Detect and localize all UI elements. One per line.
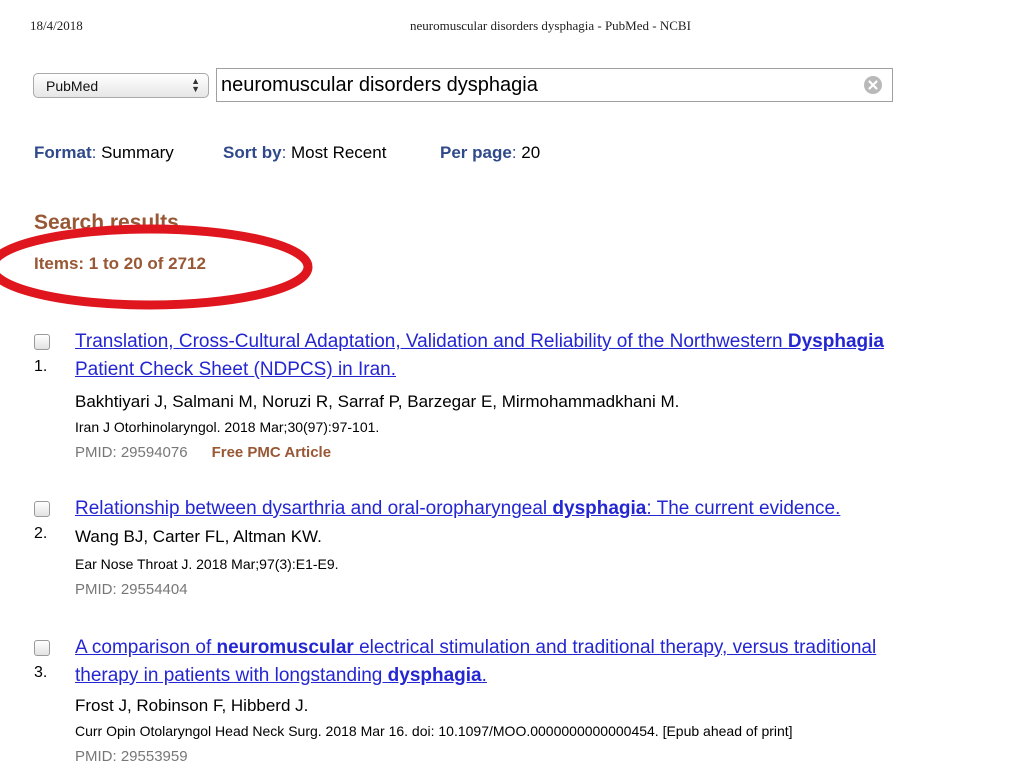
- sort-setting[interactable]: Sort by: Most Recent: [223, 143, 386, 163]
- database-select-label: PubMed: [46, 78, 99, 94]
- title-text: : The current evidence.: [646, 498, 841, 519]
- result-checkbox[interactable]: [34, 501, 50, 517]
- result-authors: Wang BJ, Carter FL, Altman KW.: [75, 527, 322, 546]
- result-title-link[interactable]: Translation, Cross‐Cultural Adaptation, …: [75, 328, 995, 384]
- search-box[interactable]: [216, 68, 893, 102]
- sort-value: Most Recent: [291, 143, 387, 162]
- result-journal: Ear Nose Throat J. 2018 Mar;97(3):E1‐E9.: [75, 556, 339, 572]
- title-text: Relationship between dysarthria and oral…: [75, 498, 553, 519]
- result-checkbox[interactable]: [34, 640, 50, 656]
- result-meta: PMID: 29553959: [75, 748, 188, 765]
- result-journal: Iran J Otorhinolaryngol. 2018 Mar;30(97)…: [75, 419, 380, 435]
- per-page-setting[interactable]: Per page: 20: [440, 143, 540, 163]
- title-highlight: neuromuscular: [216, 637, 354, 658]
- result-authors: Bakhtiyari J, Salmani M, Noruzi R, Sarra…: [75, 392, 680, 411]
- print-header: 18/4/2018 neuromuscular disorders dyspha…: [0, 18, 1024, 38]
- title-text: Patient Check Sheet (NDPCS) in Iran.: [75, 359, 397, 380]
- result-meta: PMID: 29554404: [75, 581, 188, 598]
- title-text: Translation, Cross‐Cultural Adaptation, …: [75, 331, 788, 352]
- title-text: .: [481, 665, 487, 686]
- title-highlight: dysphagia: [552, 498, 647, 519]
- result-pmid: PMID: 29554404: [75, 581, 188, 598]
- title-highlight: Dysphagia: [787, 331, 884, 352]
- print-title: neuromuscular disorders dysphagia - PubM…: [410, 18, 691, 33]
- title-text: A comparison of: [75, 637, 217, 658]
- result-title-link[interactable]: A comparison of neuromuscular electrical…: [75, 634, 995, 690]
- result-number: 2.: [34, 525, 48, 542]
- format-setting[interactable]: Format: Summary: [34, 143, 174, 163]
- per-page-value: 20: [521, 143, 541, 162]
- result-checkbox[interactable]: [34, 334, 50, 350]
- sort-key: Sort by: [223, 143, 282, 162]
- format-key: Format: [34, 143, 92, 162]
- result-title-link[interactable]: Relationship between dysarthria and oral…: [75, 495, 995, 523]
- select-arrows-icon: ▲ ▼: [191, 76, 200, 94]
- result-pmid: PMID: 29553959: [75, 748, 188, 765]
- result-pmid: PMID: 29594076: [75, 444, 188, 461]
- title-highlight: dysphagia: [387, 665, 482, 686]
- result-authors: Frost J, Robinson F, Hibberd J.: [75, 696, 309, 715]
- result-meta: PMID: 29594076 Free PMC Article: [75, 444, 331, 461]
- title-text: therapy in patients with longstanding: [75, 665, 388, 686]
- database-select[interactable]: PubMed ▲ ▼: [33, 73, 209, 98]
- print-date: 18/4/2018: [30, 18, 83, 33]
- format-value: Summary: [101, 143, 174, 162]
- per-page-key: Per page: [440, 143, 512, 162]
- title-text: electrical stimulation and traditional t…: [353, 637, 877, 658]
- result-number: 1.: [34, 358, 48, 375]
- clear-x-circle-icon[interactable]: [863, 75, 883, 95]
- red-annotation-oval: [0, 224, 313, 310]
- search-input[interactable]: [221, 72, 851, 98]
- free-pmc-link[interactable]: Free PMC Article: [212, 444, 331, 461]
- result-number: 3.: [34, 664, 48, 681]
- result-journal: Curr Opin Otolaryngol Head Neck Surg. 20…: [75, 723, 793, 739]
